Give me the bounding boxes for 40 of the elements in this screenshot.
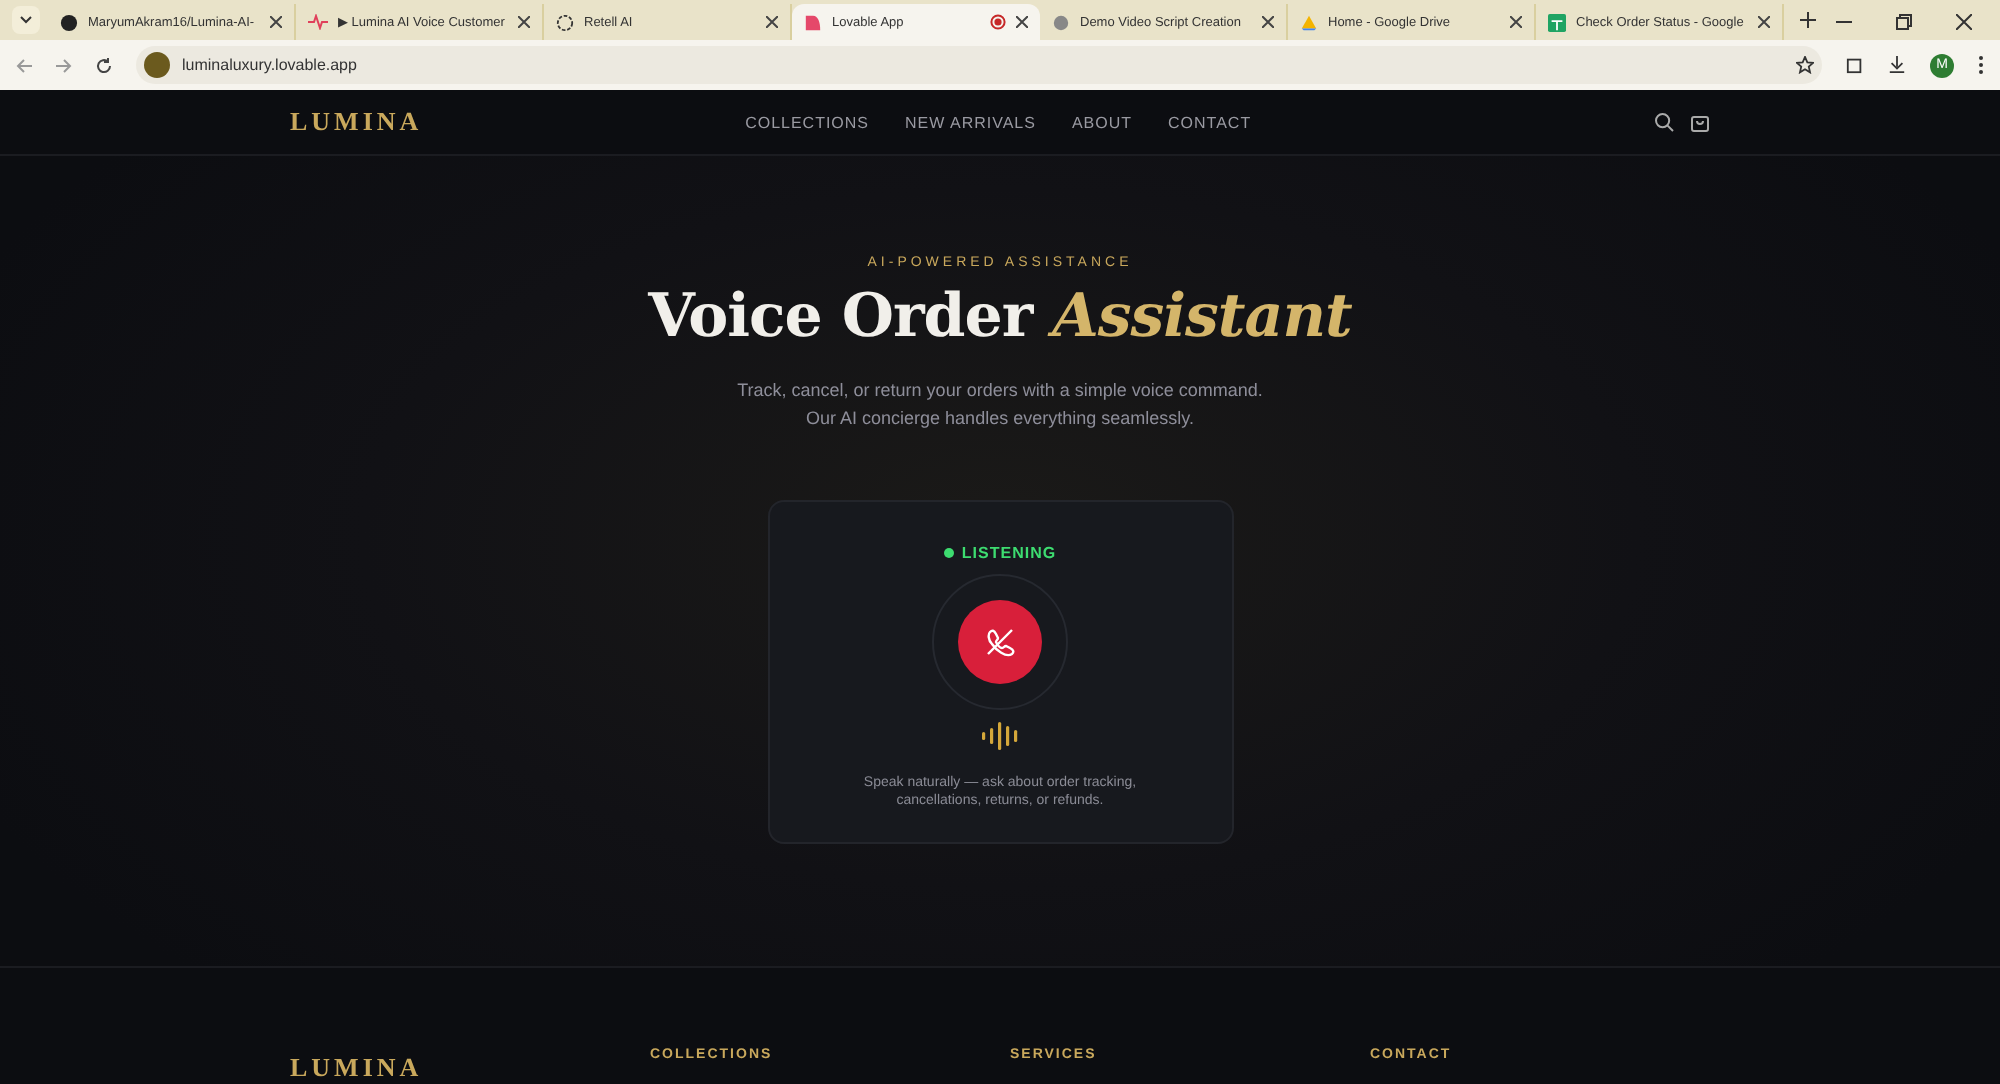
new-tab-icon[interactable] bbox=[1800, 12, 1816, 28]
nav-link[interactable]: COLLECTIONS bbox=[745, 113, 870, 132]
close-icon[interactable] bbox=[1262, 16, 1274, 28]
address-bar[interactable]: luminaluxury.lovable.app bbox=[136, 46, 1822, 84]
extensions-icon[interactable] bbox=[1846, 56, 1864, 74]
phone-off-icon bbox=[984, 626, 1016, 659]
reload-icon[interactable] bbox=[96, 57, 112, 73]
close-icon[interactable] bbox=[518, 16, 530, 28]
sound-wave-icon bbox=[980, 722, 1020, 751]
shopping-bag-icon[interactable] bbox=[1690, 112, 1710, 133]
site-icon bbox=[144, 52, 170, 78]
end-call-button[interactable] bbox=[958, 600, 1042, 685]
nav-link[interactable]: NEW ARRIVALS bbox=[905, 113, 1036, 132]
star-icon[interactable] bbox=[1796, 56, 1814, 74]
close-icon[interactable] bbox=[1016, 16, 1028, 28]
search-icon[interactable] bbox=[1654, 112, 1674, 133]
waveform-icon bbox=[308, 14, 328, 30]
restore-icon[interactable] bbox=[1896, 14, 1912, 30]
hero-title: Voice Order Assistant bbox=[648, 282, 1352, 353]
close-icon[interactable] bbox=[1758, 16, 1770, 28]
forward-icon[interactable] bbox=[56, 57, 72, 73]
download-icon[interactable] bbox=[1888, 56, 1906, 74]
hero-subtitle: Our AI concierge handles everything seamlessly. bbox=[804, 406, 1196, 433]
sheet-icon bbox=[1548, 13, 1566, 31]
back-icon[interactable] bbox=[16, 57, 32, 73]
nav-link[interactable]: ABOUT bbox=[1071, 113, 1133, 132]
menu-icon[interactable] bbox=[1978, 56, 1984, 74]
close-icon[interactable] bbox=[270, 16, 282, 28]
logo[interactable]: LUMINA bbox=[290, 106, 423, 139]
footer-logo: LUMINA bbox=[290, 1052, 425, 1084]
close-icon[interactable] bbox=[1956, 14, 1972, 30]
close-icon[interactable] bbox=[1510, 16, 1522, 28]
caret-icon bbox=[20, 16, 32, 24]
triangle-icon bbox=[1300, 13, 1318, 31]
status-label: LISTENING bbox=[943, 544, 1057, 563]
close-icon[interactable] bbox=[766, 16, 778, 28]
ring-icon bbox=[556, 13, 574, 31]
nav-link[interactable]: CONTACT bbox=[1168, 113, 1252, 132]
hero-subtitle: Track, cancel, or return your orders with a simple voice command. bbox=[737, 378, 1263, 405]
tab-search-button[interactable] bbox=[12, 6, 40, 34]
